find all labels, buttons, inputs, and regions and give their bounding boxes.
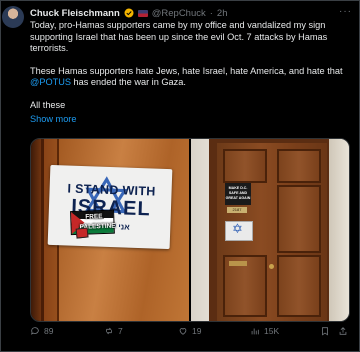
post-text: Today, pro-Hamas supporters came by my o… bbox=[30, 20, 348, 125]
more-icon[interactable]: ··· bbox=[339, 6, 352, 17]
door-number: 2187 bbox=[232, 207, 242, 212]
author-name[interactable]: Chuck Fleischmann bbox=[30, 8, 120, 19]
door-number-plate: 2187 bbox=[227, 207, 247, 213]
door-panel-top-right bbox=[277, 149, 321, 183]
door-panel-mid-right bbox=[277, 185, 321, 253]
door-panel-bottom-right bbox=[277, 255, 321, 317]
post-header: Chuck Fleischmann @RepChuck · 2h bbox=[30, 6, 354, 20]
like-count: 19 bbox=[192, 326, 202, 336]
reply-button[interactable]: 89 bbox=[30, 326, 53, 336]
repost-button[interactable]: 7 bbox=[104, 326, 123, 336]
post-paragraph-3: All these bbox=[30, 99, 66, 110]
media-gallery[interactable]: ✡ I STAND WITH ISRAEL אני עומד FREE PALE… bbox=[30, 138, 350, 322]
mail-slot bbox=[229, 261, 247, 266]
post-actions: 89 7 19 15K bbox=[30, 326, 348, 340]
door-casing bbox=[329, 139, 349, 321]
door-sign-small: ✡ bbox=[225, 221, 253, 241]
reply-icon bbox=[31, 327, 39, 335]
photo-office-door[interactable]: MAKE D.C. SAFE AND GREAT AGAIN 2187 ✡ bbox=[191, 139, 349, 321]
post-time[interactable]: 2h bbox=[217, 8, 228, 19]
israel-sign: ✡ I STAND WITH ISRAEL אני עומד FREE PALE… bbox=[47, 164, 173, 250]
door-placard: MAKE D.C. SAFE AND GREAT AGAIN bbox=[225, 183, 251, 205]
post-paragraph-2: These Hamas supporters hate Jews, hate I… bbox=[30, 66, 348, 89]
author-handle[interactable]: @RepChuck bbox=[152, 8, 206, 19]
post-paragraph-2-start: These Hamas supporters hate Jews, hate I… bbox=[30, 65, 343, 76]
like-button[interactable]: 19 bbox=[178, 326, 201, 336]
post-paragraph-1: Today, pro-Hamas supporters came by my o… bbox=[30, 20, 328, 54]
separator: · bbox=[209, 7, 213, 19]
share-icon bbox=[339, 327, 347, 335]
door-panel-top-left bbox=[223, 149, 267, 183]
bookmark-button[interactable] bbox=[320, 326, 330, 336]
show-more-link[interactable]: Show more bbox=[30, 114, 348, 126]
small-sticker bbox=[75, 227, 89, 239]
verified-badge-icon bbox=[124, 8, 134, 18]
star-of-david-icon-small: ✡ bbox=[232, 221, 243, 236]
sticker-line-1: FREE bbox=[85, 213, 103, 221]
avatar[interactable] bbox=[2, 6, 24, 28]
post-paragraph-2-end: has ended the war in Gaza. bbox=[70, 77, 186, 88]
views-count: 15K bbox=[264, 326, 280, 336]
photo-vandalized-sign[interactable]: ✡ I STAND WITH ISRAEL אני עומד FREE PALE… bbox=[31, 139, 189, 321]
views-button[interactable]: 15K bbox=[250, 326, 279, 336]
mention-link[interactable]: @POTUS bbox=[30, 77, 71, 87]
reply-count: 89 bbox=[44, 326, 54, 336]
bookmark-icon bbox=[322, 327, 328, 336]
repost-count: 7 bbox=[118, 326, 123, 336]
views-icon bbox=[251, 328, 259, 335]
share-button[interactable] bbox=[338, 326, 348, 336]
like-icon bbox=[179, 328, 187, 335]
door-knob bbox=[269, 264, 274, 269]
flag-icon bbox=[137, 9, 148, 17]
repost-icon bbox=[106, 327, 112, 335]
